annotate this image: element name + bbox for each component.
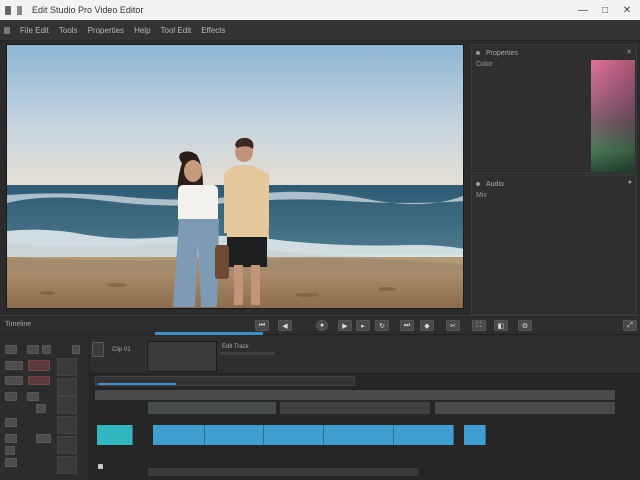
scroll-marker-icon[interactable] [98, 464, 103, 469]
timeline-scrollbar[interactable] [148, 468, 418, 476]
track-header-slot [57, 436, 77, 454]
fullscreen-button[interactable]: ⛶ [472, 320, 486, 331]
step-forward-button[interactable]: ▸ [356, 320, 370, 331]
skip-forward-button[interactable]: ⏭ [400, 320, 414, 331]
keyframe-tool-icon[interactable] [36, 434, 51, 443]
menu-item-effects[interactable]: Effects [201, 26, 225, 35]
mute-track-icon[interactable] [28, 376, 50, 385]
select-tool-icon[interactable] [5, 345, 17, 354]
play-button[interactable]: ▶ [338, 320, 352, 331]
slide-tool-icon[interactable] [27, 392, 39, 401]
video-clip[interactable] [205, 425, 264, 445]
timeline-panel[interactable]: Clip 01 Edit Track [90, 336, 640, 480]
audio-tool-icon[interactable] [5, 446, 15, 455]
track-header-slot [57, 358, 77, 376]
panel-dot-icon [476, 51, 480, 55]
video-clip[interactable] [264, 425, 324, 445]
render-progress-bar [155, 332, 263, 335]
panel-settings-icon[interactable]: ● [628, 179, 632, 186]
track-row-2-gap [280, 402, 430, 414]
track-header-slot [57, 378, 77, 396]
text-tool-icon[interactable] [5, 418, 17, 427]
expand-button[interactable]: ⤢ [623, 320, 637, 331]
video-clip[interactable] [97, 425, 133, 445]
video-clip[interactable] [153, 425, 205, 445]
loop-button[interactable]: ↻ [375, 320, 389, 331]
preview-frame [7, 45, 463, 308]
snapshot-button[interactable]: ◧ [494, 320, 508, 331]
marker-button[interactable]: ◆ [420, 320, 434, 331]
menu-item-tools[interactable]: Tools [59, 26, 78, 35]
track-header-slot [57, 396, 77, 414]
video-clip[interactable] [394, 425, 454, 445]
properties-panel: Properties ✕ Color [471, 44, 637, 174]
window-title: Edit Studio Pro Video Editor [32, 5, 144, 15]
settings-button[interactable]: ⚙ [518, 320, 532, 331]
clip-thumbnail[interactable] [147, 341, 217, 372]
zoom-tool-icon[interactable] [72, 345, 80, 354]
record-button[interactable]: ● [316, 320, 328, 331]
tool-column [0, 336, 90, 480]
audio-panel-sub: Mix [476, 192, 487, 199]
track-row-2-clip-b[interactable] [435, 402, 615, 414]
sky [7, 45, 463, 187]
timeline-header: Clip 01 Edit Track [90, 336, 640, 374]
document-icon [17, 5, 22, 15]
playhead-range [98, 383, 176, 385]
track-divider [220, 352, 275, 355]
video-clip[interactable] [464, 425, 486, 445]
skip-back-button[interactable]: ⏮ [255, 320, 269, 331]
track-row-1[interactable] [95, 390, 615, 400]
audio-panel-title: Audio [486, 180, 504, 188]
link-tool-icon[interactable] [36, 404, 46, 413]
track-header-slot [57, 416, 77, 434]
track-label: Edit Track [222, 344, 249, 350]
menu-bar: File Edit Tools Properties Help Tool Edi… [0, 20, 640, 41]
menu-item-help[interactable]: Help [134, 26, 150, 35]
track-select-icon[interactable] [5, 361, 23, 370]
panel-close-icon[interactable]: ✕ [626, 48, 632, 56]
audio-panel: Audio ● Mix [471, 175, 637, 315]
menu-item-tool-edit[interactable]: Tool Edit [161, 26, 192, 35]
razor-tool-icon[interactable] [27, 345, 39, 354]
lock-track-icon[interactable] [5, 458, 17, 467]
media-bin-icon[interactable] [92, 342, 104, 357]
video-preview[interactable] [6, 44, 464, 309]
menu-item-properties[interactable]: Properties [88, 26, 124, 35]
menu-item-file-edit[interactable]: File Edit [20, 26, 49, 35]
track-header-slot [57, 456, 77, 474]
menu-grip-icon [4, 26, 10, 34]
close-button[interactable]: ✕ [612, 0, 640, 20]
panel-dot-icon [476, 182, 480, 186]
title-bar: Edit Studio Pro Video Editor — □ ✕ [0, 0, 640, 20]
step-back-button[interactable]: ◀ [278, 320, 292, 331]
hand-tool-icon[interactable] [42, 345, 51, 354]
app-icon [5, 5, 11, 15]
split-button[interactable]: ✂ [446, 320, 460, 331]
ripple-tool-icon[interactable] [5, 376, 23, 385]
transport-label: Timeline [5, 321, 32, 328]
record-track-icon[interactable] [28, 360, 50, 371]
color-gradient-swatch[interactable] [591, 60, 635, 172]
clip-label: Clip 01 [112, 347, 131, 353]
properties-panel-title: Properties [486, 49, 518, 57]
pen-tool-icon[interactable] [5, 434, 17, 443]
transport-bar: Timeline ⏮ ◀ ● ▶ ▸ ↻ ⏭ ◆ ✂ ⛶ ◧ ⚙ ⤢ [0, 315, 640, 335]
slip-tool-icon[interactable] [5, 392, 17, 401]
track-row-2-clip[interactable] [148, 402, 276, 414]
video-clip[interactable] [324, 425, 394, 445]
